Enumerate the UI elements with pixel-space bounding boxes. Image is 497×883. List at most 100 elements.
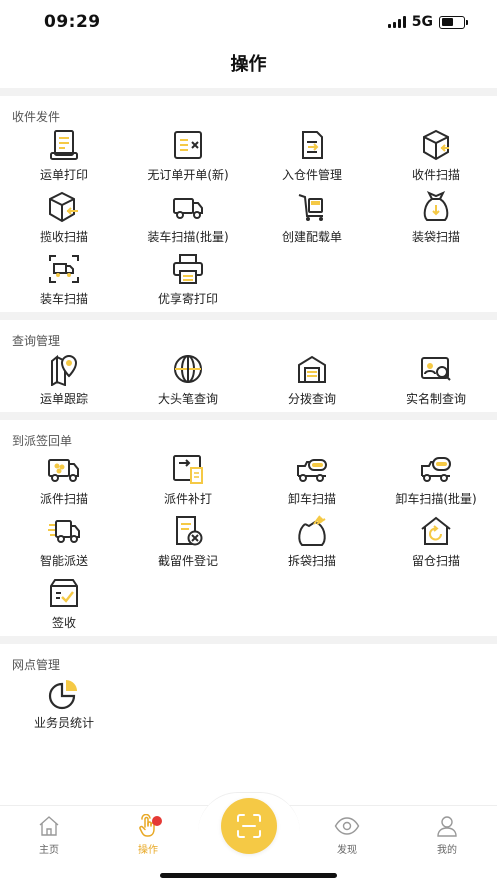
menu-item-pickup-scan[interactable]: 揽收扫描	[2, 188, 126, 250]
menu-item-label: 运单打印	[39, 168, 88, 182]
list-cross-icon	[171, 128, 205, 162]
section-grid: 运单打印 无订单开单(新) 入仓件管理 收件扫描揽收扫描 装车扫描(批量) 创建配载单 装袋…	[0, 126, 497, 312]
menu-item-bagging-scan[interactable]: 装袋扫描	[374, 188, 497, 250]
section-divider	[0, 636, 497, 644]
menu-item-label: 无订单开单(新)	[147, 168, 229, 182]
menu-item-label: 签收	[51, 616, 76, 630]
menu-item-unload-scan-batch[interactable]: 卸车扫描(批量)	[374, 450, 497, 512]
menu-item-label: 实名制查询	[405, 392, 466, 406]
section-divider	[0, 412, 497, 420]
menu-item-unbag-scan[interactable]: 拆袋扫描	[250, 512, 374, 574]
location-pin-icon	[47, 352, 81, 386]
eye-icon	[317, 814, 377, 838]
menu-item-label: 装车扫描(批量)	[147, 230, 229, 244]
network-type: 5G	[411, 14, 433, 30]
battery-icon	[439, 15, 468, 29]
tab-operations-label: 操作	[138, 845, 158, 856]
menu-item-label: 入仓件管理	[281, 168, 342, 182]
menu-item-label: 派件扫描	[39, 492, 88, 506]
section-grid: 运单跟踪 大头笔查询 分拨查询 实名制查询	[0, 350, 497, 412]
menu-item-label: 拆袋扫描	[287, 554, 336, 568]
menu-item-staff-stats[interactable]: 业务员统计	[2, 674, 126, 736]
section-grid: 派件扫描 派件补打 卸车扫描 卸车扫描(批量) 智能派送 截留件登记 拆袋扫描 留仓扫描签收	[0, 450, 497, 636]
menu-item-label: 截留件登记	[157, 554, 218, 568]
menu-item-label: 智能派送	[39, 554, 88, 568]
menu-item-retain-scan[interactable]: 留仓扫描	[374, 512, 497, 574]
menu-item-realname-query[interactable]: 实名制查询	[374, 350, 497, 412]
tank-truck-icon	[295, 452, 329, 486]
scan-button[interactable]	[221, 798, 277, 854]
globe-icon	[171, 352, 205, 386]
bag-icon	[419, 190, 453, 224]
section-2: 到派签回单派件扫描 派件补打 卸车扫描 卸车扫描(批量) 智能派送 截留件登记 拆袋扫描 留仓…	[0, 420, 497, 636]
hand-tap-icon	[118, 814, 178, 838]
notification-badge	[152, 816, 162, 826]
section-divider	[0, 312, 497, 320]
section-title: 查询管理	[12, 334, 61, 348]
tab-mine-label: 我的	[437, 845, 457, 856]
section-divider	[0, 88, 497, 96]
menu-item-label: 运单跟踪	[39, 392, 88, 406]
menu-item-dispatch-supplement[interactable]: 派件补打	[126, 450, 250, 512]
menu-item-label: 装车扫描	[39, 292, 88, 306]
menu-item-label: 揽收扫描	[39, 230, 88, 244]
menu-item-create-manifest[interactable]: 创建配载单	[250, 188, 374, 250]
truck-frame-icon	[47, 252, 81, 286]
menu-item-label: 卸车扫描	[287, 492, 336, 506]
menu-item-label: 业务员统计	[33, 716, 94, 730]
menu-item-label: 分拨查询	[287, 392, 336, 406]
printer-icon	[171, 252, 205, 286]
box-arrow-icon	[419, 128, 453, 162]
scan-icon	[237, 814, 261, 838]
menu-item-label: 留仓扫描	[411, 554, 460, 568]
tab-operations[interactable]: 操作	[118, 814, 178, 856]
menu-item-smart-dispatch[interactable]: 智能派送	[2, 512, 126, 574]
section-1: 查询管理运单跟踪 大头笔查询 分拨查询 实名制查询	[0, 320, 497, 412]
doc-cancel-icon	[171, 514, 205, 548]
menu-item-waybill-track[interactable]: 运单跟踪	[2, 350, 126, 412]
menu-item-label: 大头笔查询	[157, 392, 218, 406]
tab-mine[interactable]: 我的	[417, 814, 477, 856]
menu-item-dispatch-scan[interactable]: 派件扫描	[2, 450, 126, 512]
printer-doc-icon	[47, 128, 81, 162]
tab-home[interactable]: 主页	[19, 814, 79, 856]
menu-item-youxiangji-print[interactable]: 优享寄打印	[126, 250, 250, 312]
menu-item-label: 创建配载单	[281, 230, 342, 244]
menu-item-label: 派件补打	[163, 492, 212, 506]
tab-home-label: 主页	[39, 845, 59, 856]
menu-item-big-pen-query[interactable]: 大头笔查询	[126, 350, 250, 412]
cart-icon	[295, 190, 329, 224]
signal-icon	[387, 16, 406, 28]
section-3: 网点管理 业务员统计	[0, 644, 497, 736]
menu-item-label: 优享寄打印	[157, 292, 218, 306]
home-icon	[19, 814, 79, 838]
section-0: 收件发件运单打印 无订单开单(新) 入仓件管理 收件扫描揽收扫描 装车扫描(批量) 创建配…	[0, 96, 497, 312]
pie-chart-icon	[47, 676, 81, 710]
menu-item-load-scan[interactable]: 装车扫描	[2, 250, 126, 312]
menu-item-detained-register[interactable]: 截留件登记	[126, 512, 250, 574]
menu-item-sort-query[interactable]: 分拨查询	[250, 350, 374, 412]
menu-item-unload-scan[interactable]: 卸车扫描	[250, 450, 374, 512]
status-bar: 09:29 5G	[0, 0, 497, 44]
operations-content: 收件发件运单打印 无订单开单(新) 入仓件管理 收件扫描揽收扫描 装车扫描(批量) 创建配…	[0, 88, 497, 736]
user-icon	[417, 814, 477, 838]
menu-item-label: 卸车扫描(批量)	[395, 492, 477, 506]
menu-item-sign-receipt[interactable]: 签收	[2, 574, 126, 636]
fast-truck-icon	[47, 514, 81, 548]
menu-item-waybill-print[interactable]: 运单打印	[2, 126, 126, 188]
tab-discover[interactable]: 发现	[317, 814, 377, 856]
menu-item-warehouse-in[interactable]: 入仓件管理	[250, 126, 374, 188]
menu-item-load-scan-batch[interactable]: 装车扫描(批量)	[126, 188, 250, 250]
section-title: 到派签回单	[12, 434, 73, 448]
section-title: 收件发件	[12, 110, 61, 124]
tab-discover-label: 发现	[337, 845, 357, 856]
doc-arrow-icon	[295, 128, 329, 162]
section-grid: 业务员统计	[0, 674, 497, 736]
box-check-icon	[47, 576, 81, 610]
box-left-arrow-icon	[47, 190, 81, 224]
status-time: 09:29	[44, 12, 101, 32]
menu-item-no-order-waybill-new[interactable]: 无订单开单(新)	[126, 126, 250, 188]
open-bag-icon	[295, 514, 329, 548]
menu-item-receive-scan[interactable]: 收件扫描	[374, 126, 497, 188]
id-card-search-icon	[419, 352, 453, 386]
